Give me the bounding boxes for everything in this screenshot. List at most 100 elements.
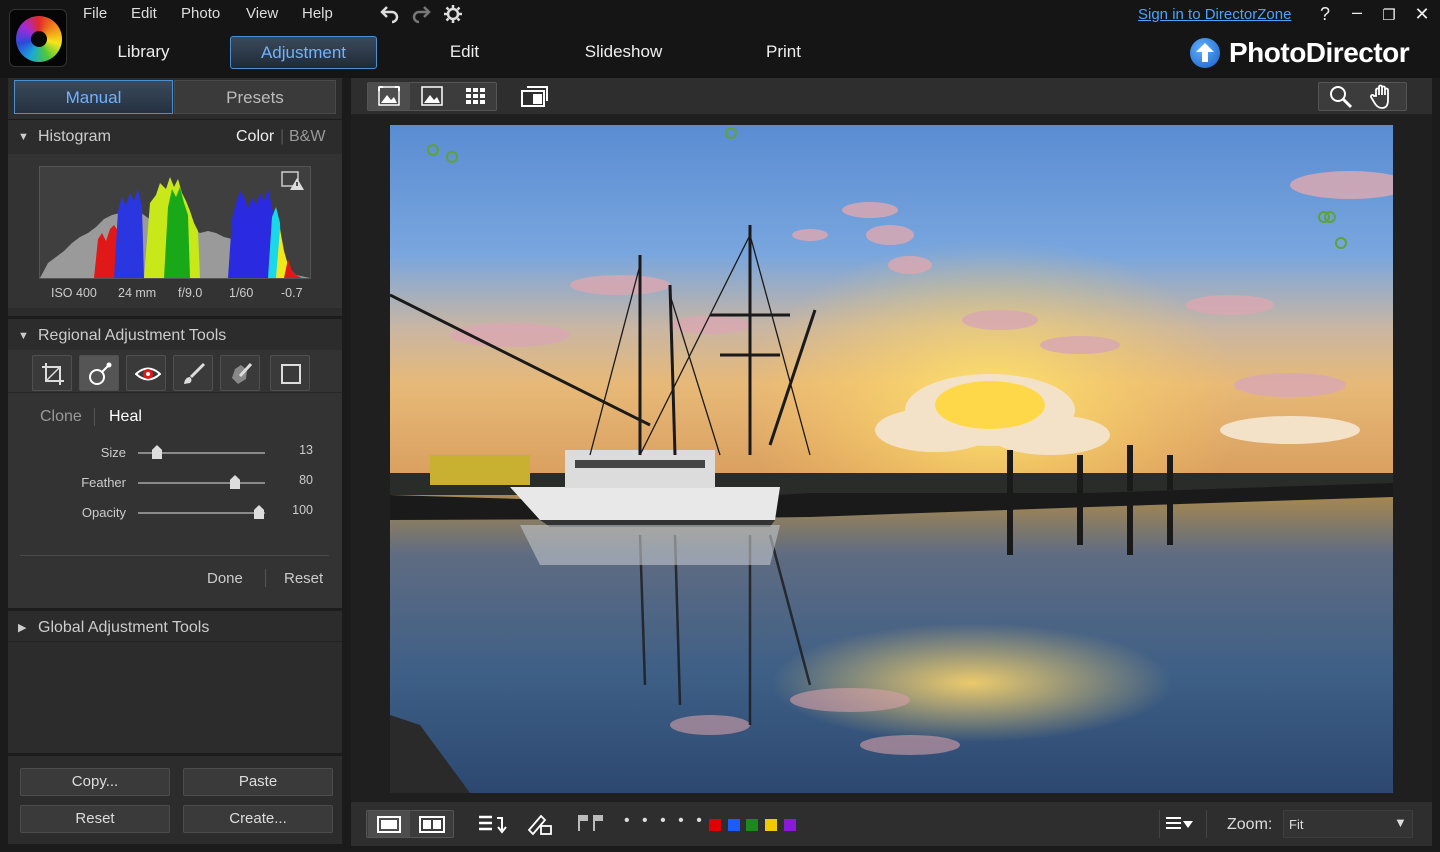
zoom-tool-button[interactable] bbox=[1321, 83, 1361, 110]
close-icon[interactable]: ✕ bbox=[1411, 4, 1433, 25]
brush-icon bbox=[184, 362, 206, 384]
heal-spot-marker[interactable] bbox=[427, 144, 439, 156]
single-photo-icon bbox=[377, 816, 401, 833]
flag-button[interactable] bbox=[573, 812, 607, 836]
crop-tool-button[interactable] bbox=[32, 355, 72, 391]
histogram-color-toggle[interactable]: Color bbox=[236, 120, 274, 154]
global-tools-title: Global Adjustment Tools bbox=[38, 619, 210, 636]
paste-button[interactable]: Paste bbox=[183, 768, 333, 796]
clipping-warning-icon[interactable] bbox=[281, 171, 305, 191]
edit-tag-icon bbox=[527, 814, 552, 836]
reset-regional-button[interactable]: Reset bbox=[284, 570, 323, 587]
pan-hand-button[interactable] bbox=[1363, 83, 1403, 110]
tab-print[interactable]: Print bbox=[710, 36, 857, 69]
clone-mode[interactable]: Clone bbox=[40, 408, 82, 426]
menu-help[interactable]: Help bbox=[302, 5, 333, 22]
menu-view[interactable]: View bbox=[246, 5, 278, 22]
redo-icon[interactable] bbox=[410, 3, 432, 25]
menu-file[interactable]: File bbox=[83, 5, 107, 22]
brand-name: PhotoDirector bbox=[1229, 37, 1410, 68]
regional-tools-title: Regional Adjustment Tools bbox=[38, 327, 227, 344]
spot-removal-icon bbox=[89, 362, 112, 385]
create-button[interactable]: Create... bbox=[183, 805, 333, 833]
exif-aperture: f/9.0 bbox=[178, 286, 203, 300]
zoom-label: Zoom: bbox=[1227, 816, 1273, 833]
restore-icon[interactable]: ❐ bbox=[1378, 6, 1400, 24]
tab-adjustment[interactable]: Adjustment bbox=[230, 36, 377, 69]
histogram-graph bbox=[39, 166, 311, 279]
global-tools-header[interactable]: ▶ Global Adjustment Tools bbox=[8, 608, 342, 642]
reset-button[interactable]: Reset bbox=[20, 805, 170, 833]
view-options-button[interactable] bbox=[1163, 812, 1197, 836]
settings-icon[interactable] bbox=[442, 3, 464, 25]
chevron-down-icon: ▼ bbox=[1394, 815, 1407, 830]
gradient-mask-button[interactable] bbox=[220, 355, 260, 391]
tab-presets[interactable]: Presets bbox=[174, 80, 336, 114]
histogram-bw-toggle[interactable]: B&W bbox=[289, 120, 325, 154]
size-label: Size bbox=[100, 445, 126, 460]
grid-view-icon bbox=[466, 88, 485, 104]
edit-tag-button[interactable] bbox=[525, 812, 555, 838]
histogram-title: Histogram bbox=[38, 128, 111, 145]
heal-mode[interactable]: Heal bbox=[109, 408, 142, 426]
tab-manual[interactable]: Manual bbox=[14, 80, 173, 114]
upload-arrow-icon bbox=[1190, 38, 1220, 68]
heal-spot-marker[interactable] bbox=[1324, 211, 1336, 223]
color-label-purple[interactable] bbox=[784, 819, 796, 831]
heal-spot-marker[interactable] bbox=[1335, 237, 1347, 249]
help-icon[interactable]: ? bbox=[1314, 4, 1336, 25]
single-view-icon bbox=[421, 86, 443, 106]
sign-in-link[interactable]: Sign in to DirectorZone bbox=[1138, 6, 1291, 23]
regional-tools-header[interactable]: ▼ Regional Adjustment Tools bbox=[8, 316, 342, 350]
expand-triangle-icon: ▶ bbox=[18, 622, 27, 634]
sort-button[interactable] bbox=[476, 812, 508, 838]
menu-edit[interactable]: Edit bbox=[131, 5, 157, 22]
menu-photo[interactable]: Photo bbox=[181, 5, 220, 22]
rating-dots[interactable]: • • • • • bbox=[624, 812, 706, 830]
histogram-header[interactable]: ▼ Histogram Color | B&W bbox=[8, 119, 342, 153]
color-label-blue[interactable] bbox=[728, 819, 740, 831]
flag-icon bbox=[578, 815, 603, 831]
photo-canvas[interactable] bbox=[390, 125, 1393, 793]
feather-label: Feather bbox=[81, 475, 126, 490]
opacity-slider[interactable] bbox=[138, 512, 265, 514]
frame-button[interactable] bbox=[270, 355, 310, 391]
red-eye-icon bbox=[135, 367, 161, 381]
app-logo bbox=[9, 9, 67, 67]
heal-spot-marker[interactable] bbox=[725, 127, 737, 139]
side-by-side-icon bbox=[419, 816, 445, 833]
side-by-side-button[interactable] bbox=[411, 811, 453, 837]
frame-icon bbox=[281, 364, 301, 384]
heal-spot-marker[interactable] bbox=[446, 151, 458, 163]
gradient-mask-icon bbox=[232, 362, 253, 384]
tab-library[interactable]: Library bbox=[70, 36, 217, 69]
copy-button[interactable]: Copy... bbox=[20, 768, 170, 796]
minimize-icon[interactable]: – bbox=[1346, 2, 1368, 23]
tab-edit[interactable]: Edit bbox=[391, 36, 538, 69]
zoom-tool-icon bbox=[1330, 86, 1353, 109]
compare-view-button[interactable] bbox=[517, 83, 551, 111]
spot-removal-button[interactable] bbox=[79, 355, 119, 391]
crop-icon bbox=[42, 363, 64, 385]
opacity-value: 100 bbox=[292, 503, 313, 517]
exif-shutter: 1/60 bbox=[229, 286, 254, 300]
red-eye-button[interactable] bbox=[126, 355, 166, 391]
viewer-status-bar: • • • • • Zoom: Fit ▼ bbox=[351, 802, 1432, 846]
collapse-triangle-icon: ▼ bbox=[18, 330, 29, 342]
exif-iso: ISO 400 bbox=[51, 286, 97, 300]
single-view-button[interactable] bbox=[411, 82, 453, 110]
title-bar: File Edit Photo View Help Library Adjust… bbox=[0, 0, 1440, 78]
done-button[interactable]: Done bbox=[207, 570, 243, 587]
grid-view-button[interactable] bbox=[454, 82, 496, 110]
color-label-yellow[interactable] bbox=[765, 819, 777, 831]
tab-slideshow[interactable]: Slideshow bbox=[550, 36, 697, 69]
fit-view-button[interactable] bbox=[368, 82, 410, 110]
feather-slider[interactable] bbox=[138, 482, 265, 484]
undo-icon[interactable] bbox=[379, 3, 401, 25]
color-label-red[interactable] bbox=[709, 819, 721, 831]
single-photo-button[interactable] bbox=[368, 811, 410, 837]
zoom-value: Fit bbox=[1289, 817, 1304, 832]
zoom-select[interactable]: Fit ▼ bbox=[1283, 810, 1413, 838]
brush-button[interactable] bbox=[173, 355, 213, 391]
color-label-green[interactable] bbox=[746, 819, 758, 831]
